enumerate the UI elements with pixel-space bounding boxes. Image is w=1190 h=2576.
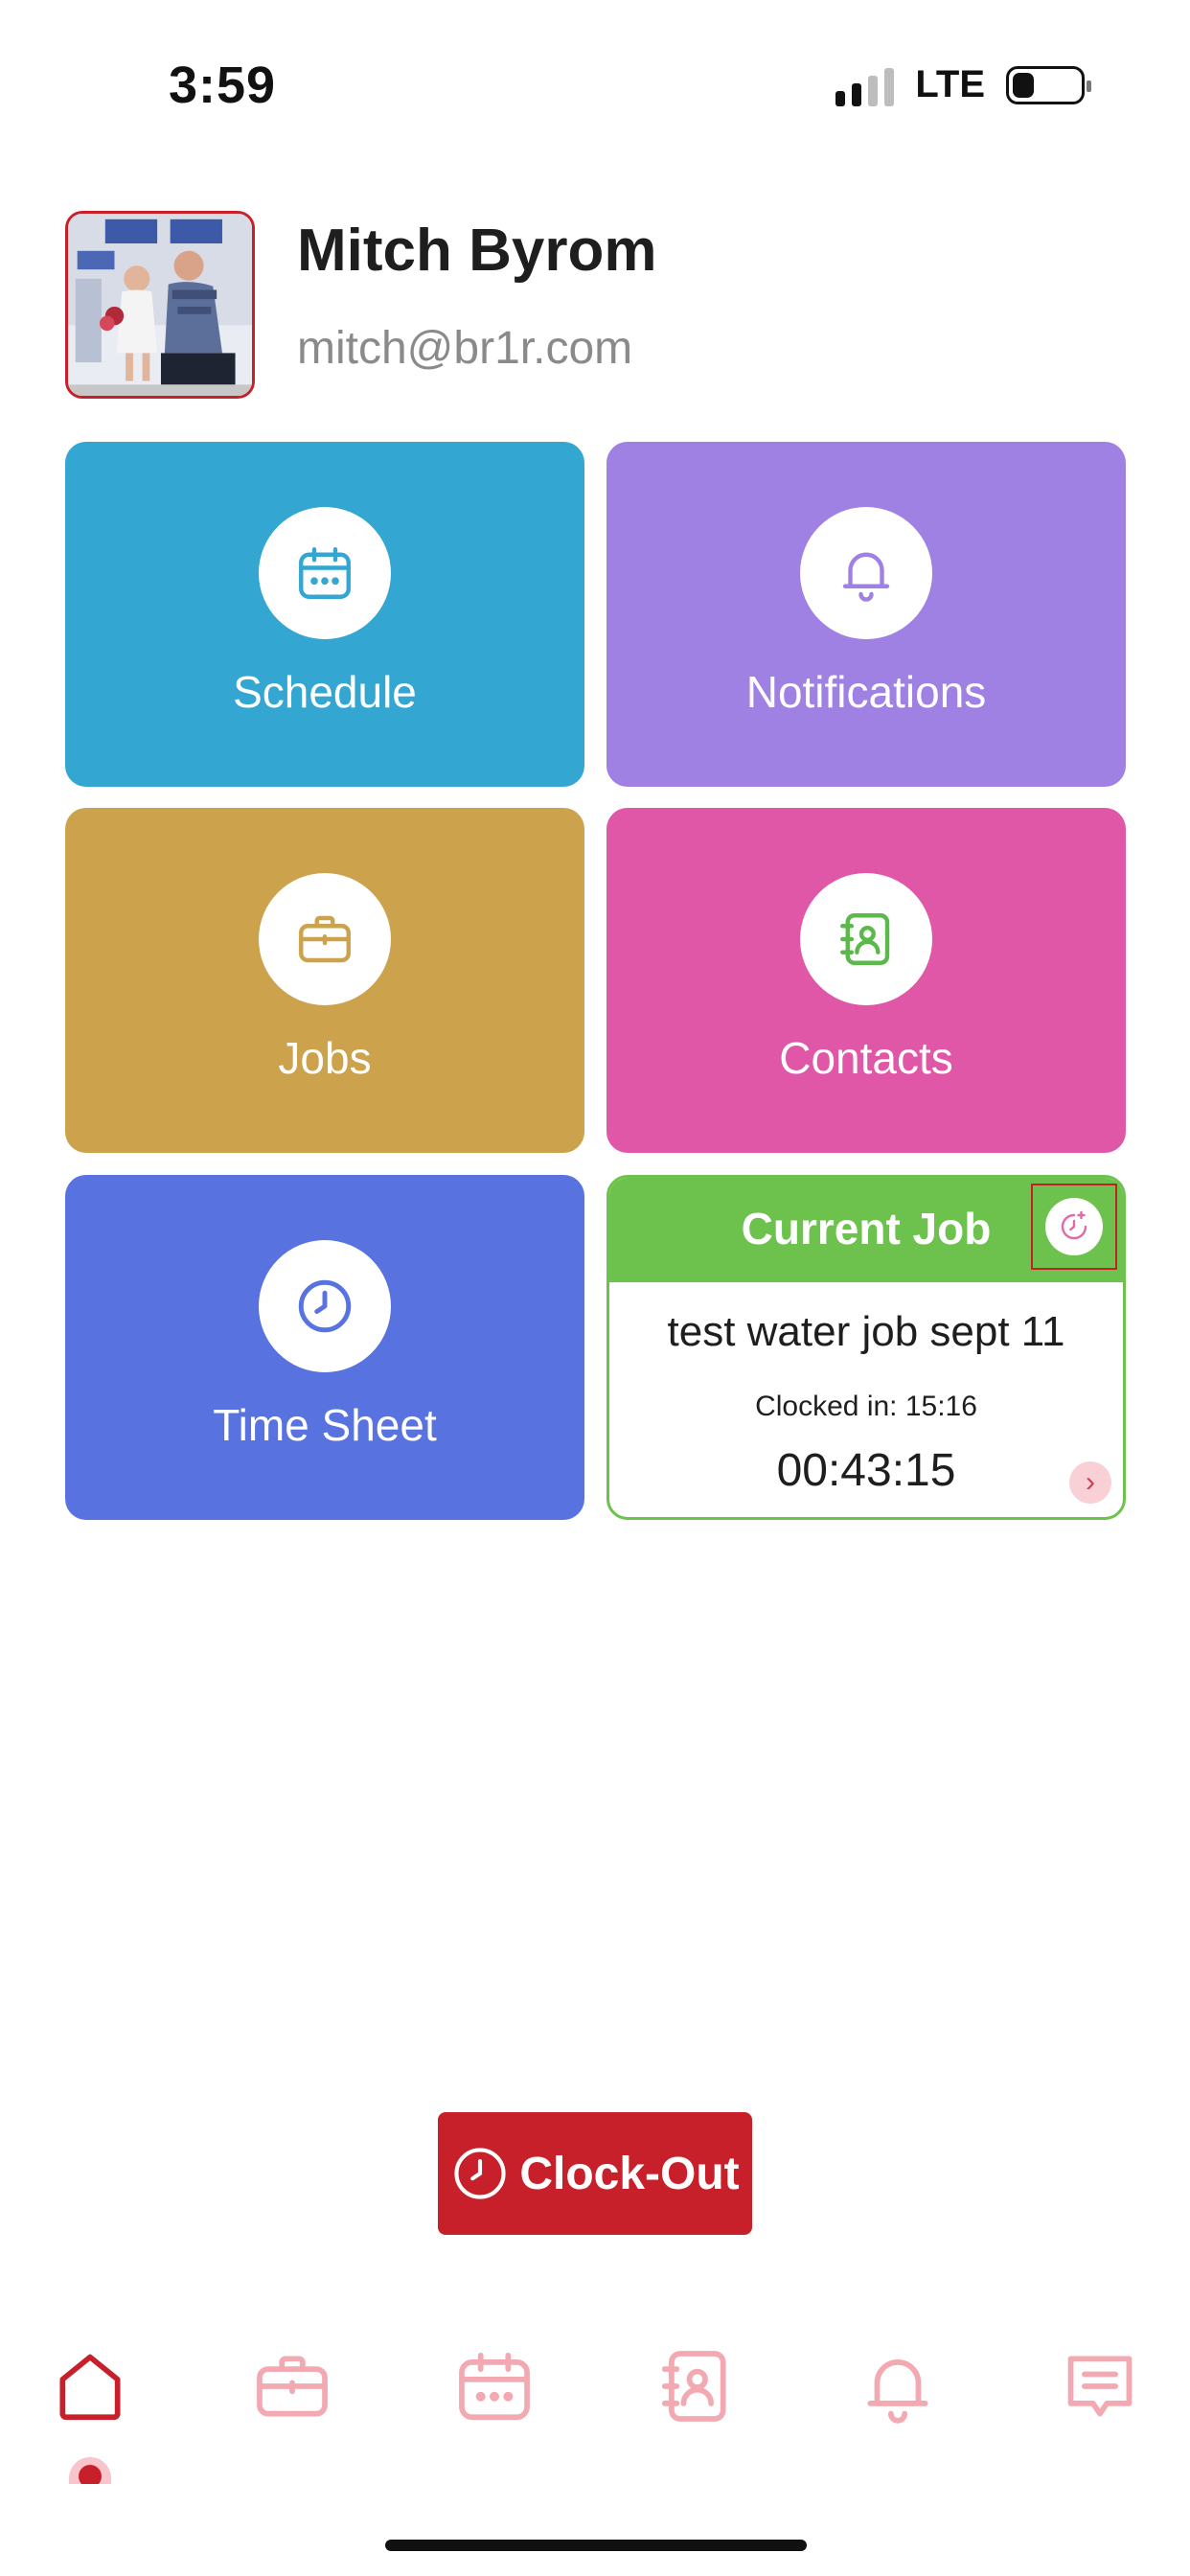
home-indicator (385, 2540, 807, 2551)
nav-contacts[interactable] (648, 2338, 744, 2434)
tile-label: Contacts (779, 1033, 953, 1083)
user-name: Mitch Byrom (297, 218, 657, 284)
message-icon (1067, 2356, 1133, 2417)
calendar-icon (259, 507, 391, 639)
clock-icon (259, 1240, 391, 1372)
user-email: mitch@br1r.com (297, 323, 633, 374)
tile-label: Schedule (233, 667, 417, 717)
timer-button[interactable] (1031, 1184, 1117, 1270)
notifications-tile[interactable]: Notifications (606, 442, 1126, 787)
nav-jobs[interactable] (244, 2338, 340, 2434)
bell-icon (867, 2359, 928, 2424)
briefcase-icon (259, 873, 391, 1005)
contacts-tile[interactable]: Contacts (606, 808, 1126, 1153)
clocked-in-time: Clocked in: 15:16 (755, 1391, 977, 1422)
status-indicators: LTE (835, 63, 1091, 106)
nav-notifications[interactable] (850, 2338, 946, 2434)
time-sheet-tile[interactable]: Time Sheet (65, 1175, 584, 1520)
clock-out-label: Clock-Out (519, 2148, 740, 2199)
signal-icon (835, 64, 895, 106)
tile-label: Jobs (278, 1033, 372, 1083)
chevron-right-icon[interactable]: › (1069, 1461, 1111, 1504)
tile-label: Time Sheet (213, 1400, 437, 1450)
current-job-header: Current Job (609, 1178, 1123, 1282)
bell-icon (800, 507, 932, 639)
schedule-tile[interactable]: Schedule (65, 442, 584, 787)
nav-home[interactable] (42, 2338, 138, 2434)
nav-messages[interactable] (1052, 2338, 1148, 2434)
bottom-nav (0, 2338, 1190, 2434)
network-type: LTE (915, 63, 985, 105)
home-icon (59, 2354, 121, 2421)
contact-book-icon (661, 2351, 726, 2422)
current-job-card[interactable]: Current Job test water job sept 11 Clock… (606, 1175, 1126, 1520)
battery-icon (1006, 65, 1091, 104)
calendar-icon (459, 2352, 530, 2421)
timer-icon (1045, 1198, 1103, 1255)
status-time: 3:59 (169, 57, 277, 114)
tile-label: Notifications (745, 667, 987, 717)
contact-book-icon (800, 873, 932, 1005)
nav-schedule[interactable] (446, 2338, 542, 2434)
clock-out-button[interactable]: Clock-Out (438, 2112, 752, 2235)
current-job-name: test water job sept 11 (667, 1308, 1065, 1355)
clock-icon (454, 2148, 506, 2199)
briefcase-icon (257, 2356, 328, 2417)
active-tab-indicator (69, 2457, 111, 2484)
elapsed-timer: 00:43:15 (776, 1445, 956, 1496)
avatar[interactable] (65, 211, 255, 399)
jobs-tile[interactable]: Jobs (65, 808, 584, 1153)
